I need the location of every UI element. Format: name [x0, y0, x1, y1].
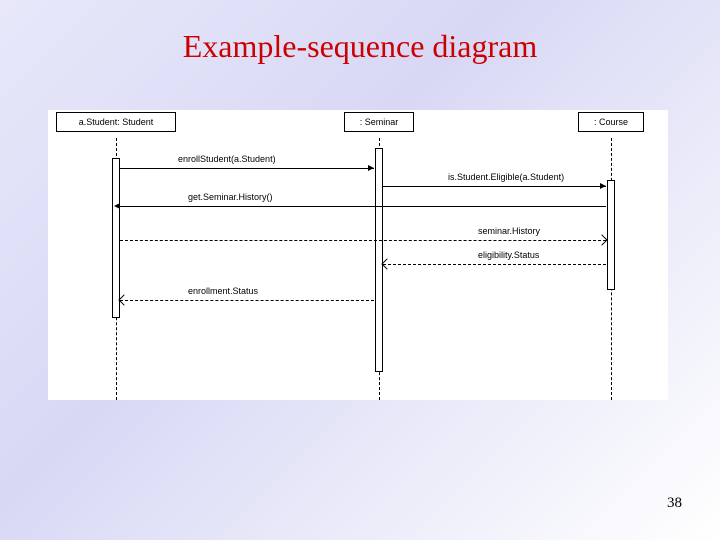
msg-seminar-history: seminar.History: [478, 226, 540, 236]
arrow-is-eligible: [383, 186, 606, 187]
arrow-get-history: [120, 206, 606, 207]
participant-course: : Course: [578, 112, 644, 132]
arrowhead-get-history: [114, 203, 120, 209]
arrow-enrollment-status: [120, 300, 374, 301]
arrowhead-seminar-history: [596, 234, 607, 245]
arrowhead-enrollment-status: [118, 294, 129, 305]
sequence-diagram: a.Student: Student : Seminar : Course en…: [48, 110, 668, 400]
activation-student: [112, 158, 120, 318]
msg-eligibility-status: eligibility.Status: [478, 250, 539, 260]
msg-enroll-student: enrollStudent(a.Student): [178, 154, 276, 164]
participant-seminar: : Seminar: [344, 112, 414, 132]
msg-enrollment-status: enrollment.Status: [188, 286, 258, 296]
arrow-eligibility-status: [383, 264, 606, 265]
msg-get-history: get.Seminar.History(): [188, 192, 273, 202]
arrowhead-enroll-student: [368, 165, 374, 171]
arrowhead-eligibility-status: [381, 258, 392, 269]
msg-is-eligible: is.Student.Eligible(a.Student): [448, 172, 564, 182]
arrow-enroll-student: [120, 168, 374, 169]
page-number: 38: [667, 495, 682, 512]
activation-course: [607, 180, 615, 290]
arrow-seminar-history: [120, 240, 606, 241]
slide-title: Example-sequence diagram: [0, 0, 720, 65]
participant-student: a.Student: Student: [56, 112, 176, 132]
arrowhead-is-eligible: [600, 183, 606, 189]
activation-seminar: [375, 148, 383, 372]
